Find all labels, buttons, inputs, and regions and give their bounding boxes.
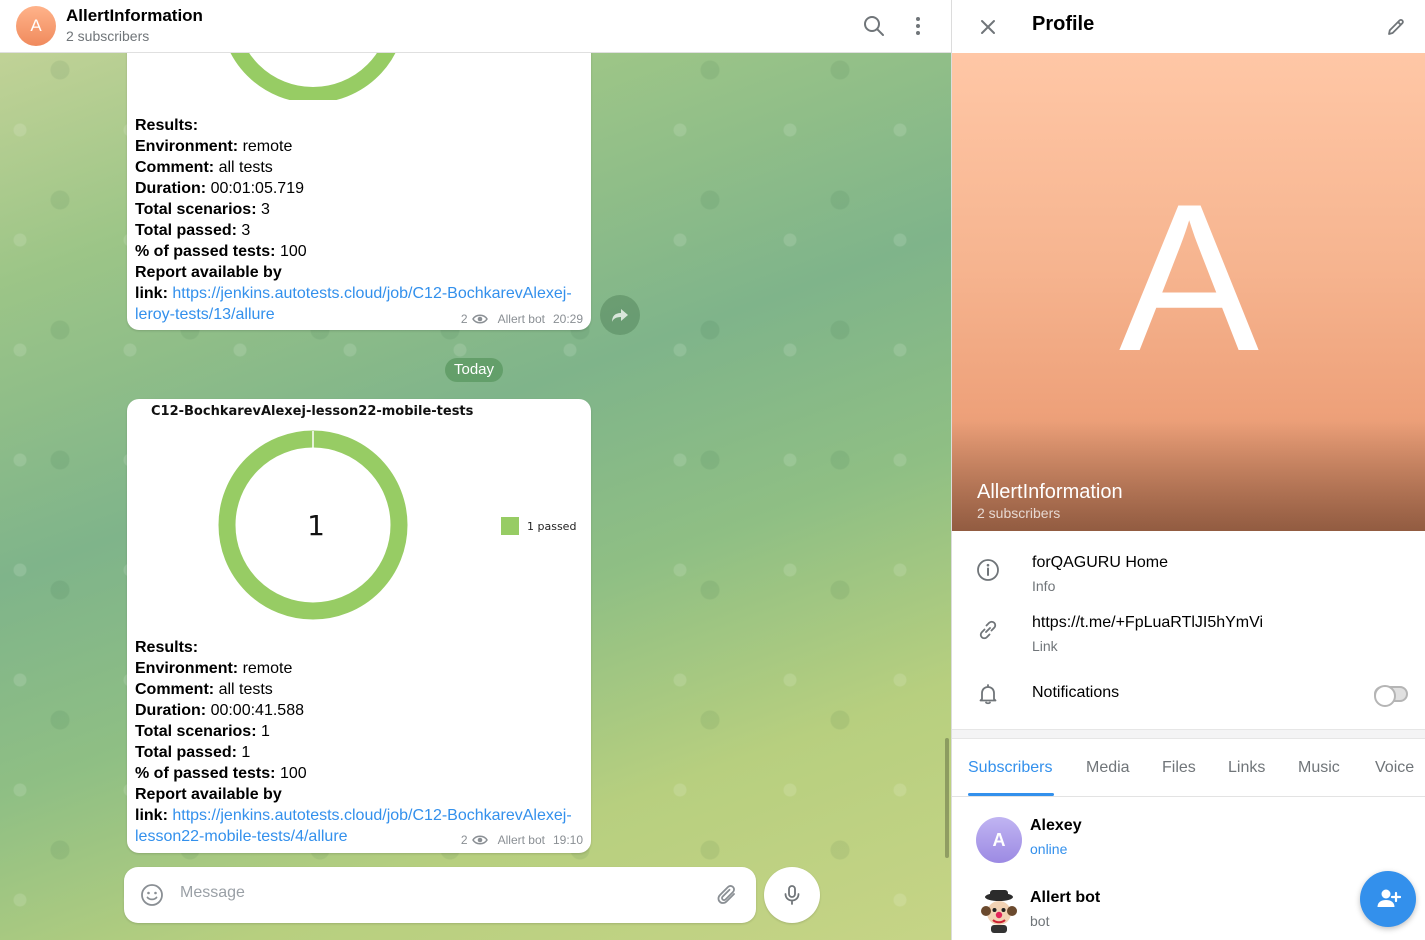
tab-files[interactable]: Files: [1162, 759, 1196, 777]
field-line: Environment: remote: [135, 138, 293, 155]
message-input[interactable]: [180, 884, 700, 902]
field-line: Report available by: [135, 264, 282, 281]
field-line: Total passed: 1: [135, 744, 251, 761]
field-line: % of passed tests: 100: [135, 243, 307, 260]
tab-voice[interactable]: Voice: [1375, 759, 1414, 777]
chat-panel: Results: Environment: remote Comment: al…: [0, 0, 951, 940]
field-line: Comment: all tests: [135, 159, 273, 176]
message-time: 20:29: [552, 312, 583, 326]
info-description-label: Info: [1032, 578, 1056, 594]
info-row-link[interactable]: https://t.me/+FpLuaRTlJI5hYmVi Link: [952, 605, 1425, 665]
profile-panel: Profile A AllertInformation 2 subscriber…: [951, 0, 1425, 940]
member-status: online: [1030, 841, 1068, 857]
profile-title: Profile: [1032, 13, 1095, 35]
notifications-label: Notifications: [1032, 684, 1120, 701]
legend-label: 1 passed: [527, 520, 576, 533]
chart-title: C12-BochkarevAlexej-lesson22-mobile-test…: [151, 404, 474, 419]
edit-button[interactable]: [1382, 13, 1410, 41]
member-name: Allert bot: [1030, 889, 1101, 906]
eye-icon: [471, 835, 488, 845]
paperclip-icon[interactable]: [715, 883, 739, 912]
message-time: 19:10: [552, 833, 583, 847]
field-line: Results:: [135, 639, 199, 656]
field-line: Duration: 00:00:41.588: [135, 702, 304, 719]
message-author: Allert bot: [497, 312, 545, 326]
message-bubble[interactable]: Results: Environment: remote Comment: al…: [127, 20, 591, 330]
profile-cover[interactable]: A AllertInformation 2 subscribers: [952, 53, 1425, 531]
cover-avatar-letter: A: [1118, 160, 1260, 395]
add-subscriber-button[interactable]: [1360, 871, 1416, 927]
more-vertical-icon: [916, 17, 920, 35]
chat-avatar[interactable]: A: [16, 6, 56, 46]
date-separator: Today: [445, 358, 504, 382]
avatar: A: [976, 817, 1022, 863]
message-composer: [124, 867, 756, 923]
member-status: bot: [1030, 913, 1050, 929]
close-icon: [981, 20, 995, 34]
bell-icon: [979, 684, 997, 705]
member-name: Alexey: [1030, 817, 1082, 834]
active-tab-indicator: [968, 793, 1054, 796]
profile-subscribers: 2 subscribers: [977, 505, 1061, 521]
field-line: Environment: remote: [135, 660, 293, 677]
close-button[interactable]: [974, 13, 1002, 41]
field-line: % of passed tests: 100: [135, 765, 307, 782]
tab-subscribers[interactable]: Subscribers: [968, 759, 1052, 777]
forward-icon: [612, 309, 628, 322]
section-divider: [952, 729, 1425, 739]
message-text: Results: Environment: remote Comment: al…: [135, 115, 585, 325]
invite-link: https://t.me/+FpLuaRTlJI5hYmVi: [1032, 614, 1264, 631]
voice-record-button[interactable]: [764, 867, 820, 923]
message-text: Results: Environment: remote Comment: al…: [135, 637, 585, 847]
profile-tabs: Subscribers Media Files Links Music Voic…: [952, 739, 1425, 797]
chart-center-value: 1: [307, 509, 325, 542]
message-meta: 2 Allert bot 19:10: [461, 833, 583, 847]
avatar: [976, 889, 1022, 935]
search-icon: [864, 16, 884, 36]
field-line: Report available by: [135, 786, 282, 803]
view-count: 2: [460, 833, 468, 847]
info-description: forQAGURU Home: [1032, 554, 1169, 571]
field-line: Duration: 00:01:05.719: [135, 180, 304, 197]
tab-media[interactable]: Media: [1086, 759, 1130, 777]
more-button[interactable]: [904, 12, 932, 40]
info-row-description[interactable]: forQAGURU Home Info: [952, 545, 1425, 605]
message-author: Allert bot: [497, 833, 545, 847]
smile-icon[interactable]: [140, 883, 164, 912]
chat-scrollbar[interactable]: [945, 738, 949, 858]
info-icon: [977, 559, 999, 581]
forward-button[interactable]: [600, 295, 640, 335]
pencil-icon: [1388, 19, 1404, 35]
message-bubble[interactable]: C12-BochkarevAlexej-lesson22-mobile-test…: [127, 399, 591, 853]
chat-subtitle: 2 subscribers: [66, 28, 150, 44]
profile-name: AllertInformation: [977, 481, 1123, 503]
chat-header[interactable]: A AllertInformation 2 subscribers: [0, 0, 951, 53]
member-item[interactable]: A Alexey online: [952, 809, 1425, 873]
link-icon: [979, 620, 997, 640]
clown-bot-icon: [981, 890, 1017, 933]
donut-chart: 1 1 passed: [218, 430, 576, 620]
legend-swatch: [501, 517, 519, 535]
chat-title[interactable]: AllertInformation: [66, 6, 203, 26]
view-count: 2: [460, 312, 468, 326]
invite-link-label: Link: [1032, 638, 1058, 654]
field-line: Comment: all tests: [135, 681, 273, 698]
tab-links[interactable]: Links: [1228, 759, 1265, 777]
field-line: Total passed: 3: [135, 222, 251, 239]
info-row-notifications[interactable]: Notifications: [952, 665, 1425, 725]
eye-icon: [471, 314, 488, 324]
member-item[interactable]: Allert bot bot: [952, 881, 1425, 940]
field-line: Total scenarios: 3: [135, 201, 270, 218]
search-button[interactable]: [860, 12, 888, 40]
add-user-icon: [1377, 889, 1401, 907]
notifications-toggle[interactable]: [1374, 685, 1408, 707]
field-line: Total scenarios: 1: [135, 723, 270, 740]
field-line: Results:: [135, 117, 199, 134]
microphone-icon: [784, 885, 800, 905]
tab-music[interactable]: Music: [1298, 759, 1340, 777]
profile-header: Profile: [952, 0, 1425, 53]
message-meta: 2 Allert bot 20:29: [461, 312, 583, 326]
